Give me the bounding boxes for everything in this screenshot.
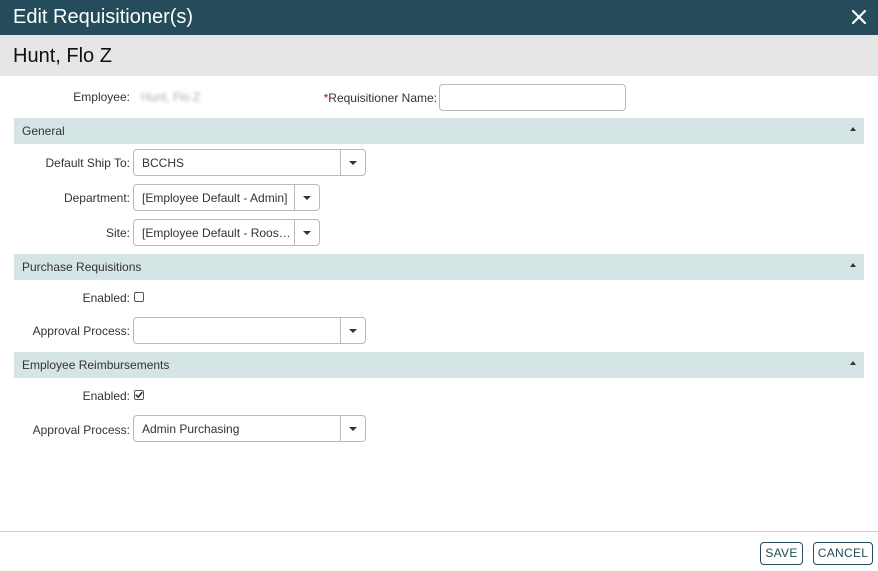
- employee-value: Hunt, Flo Z: [141, 90, 201, 104]
- er-approval-process-label: Approval Process:: [32, 423, 130, 437]
- collapse-caret-icon: [850, 263, 856, 267]
- default-ship-to-label: Default Ship To:: [45, 156, 131, 170]
- department-value: [Employee Default - Admin]: [142, 191, 288, 205]
- dropdown-arrow-button[interactable]: [294, 220, 319, 245]
- section-title-employee-reimbursements: Employee Reimbursements: [22, 358, 170, 372]
- requisitioner-name-input[interactable]: [439, 84, 626, 111]
- site-value: [Employee Default - Roosevelt]: [142, 226, 294, 240]
- chevron-down-icon: [349, 329, 357, 333]
- er-approval-process-value: Admin Purchasing: [142, 422, 240, 436]
- cancel-button[interactable]: CANCEL: [813, 542, 873, 565]
- person-header: Hunt, Flo Z: [0, 35, 878, 76]
- requisitioner-name-label-text: Requisitioner Name:: [328, 91, 437, 105]
- footer-divider: [0, 531, 878, 532]
- save-button[interactable]: SAVE: [760, 542, 803, 565]
- department-dropdown[interactable]: [Employee Default - Admin]: [133, 184, 320, 211]
- dialog-title-bar: Edit Requisitioner(s): [0, 0, 878, 35]
- edit-requisitioner-dialog: Edit Requisitioner(s) Hunt, Flo Z Employ…: [0, 0, 878, 571]
- er-enabled-label: Enabled:: [82, 389, 130, 403]
- chevron-down-icon: [349, 427, 357, 431]
- chevron-down-icon: [303, 196, 311, 200]
- collapse-caret-icon: [850, 361, 856, 365]
- pr-approval-process-label: Approval Process:: [32, 324, 130, 338]
- employee-label: Employee:: [73, 90, 130, 104]
- site-label: Site:: [105, 226, 130, 240]
- chevron-down-icon: [303, 231, 311, 235]
- collapse-caret-icon: [850, 127, 856, 131]
- pr-approval-process-dropdown[interactable]: [133, 317, 366, 344]
- section-header-purchase-requisitions[interactable]: Purchase Requisitions: [14, 254, 864, 280]
- department-label: Department:: [63, 191, 130, 205]
- default-ship-to-value: BCCHS: [142, 156, 185, 170]
- section-header-employee-reimbursements[interactable]: Employee Reimbursements: [14, 352, 864, 378]
- site-dropdown[interactable]: [Employee Default - Roosevelt]: [133, 219, 320, 246]
- dropdown-arrow-button[interactable]: [340, 150, 365, 175]
- close-icon[interactable]: [846, 4, 872, 30]
- dropdown-arrow-button[interactable]: [340, 318, 365, 343]
- requisitioner-name-label: *Requisitioner Name:: [300, 91, 437, 105]
- default-ship-to-dropdown[interactable]: BCCHS: [133, 149, 366, 176]
- er-approval-process-dropdown[interactable]: Admin Purchasing: [133, 415, 366, 442]
- pr-enabled-label: Enabled:: [82, 291, 130, 305]
- pr-enabled-checkbox[interactable]: [134, 292, 144, 302]
- er-enabled-checkbox[interactable]: [134, 390, 144, 400]
- person-name: Hunt, Flo Z: [13, 45, 112, 67]
- dialog-title: Edit Requisitioner(s): [13, 6, 194, 28]
- dropdown-arrow-button[interactable]: [294, 185, 319, 210]
- chevron-down-icon: [349, 161, 357, 165]
- section-header-general[interactable]: General: [14, 118, 864, 144]
- section-title-general: General: [22, 124, 65, 138]
- dropdown-arrow-button[interactable]: [340, 416, 365, 441]
- checkmark-icon: [135, 391, 143, 398]
- section-title-purchase-requisitions: Purchase Requisitions: [22, 260, 142, 274]
